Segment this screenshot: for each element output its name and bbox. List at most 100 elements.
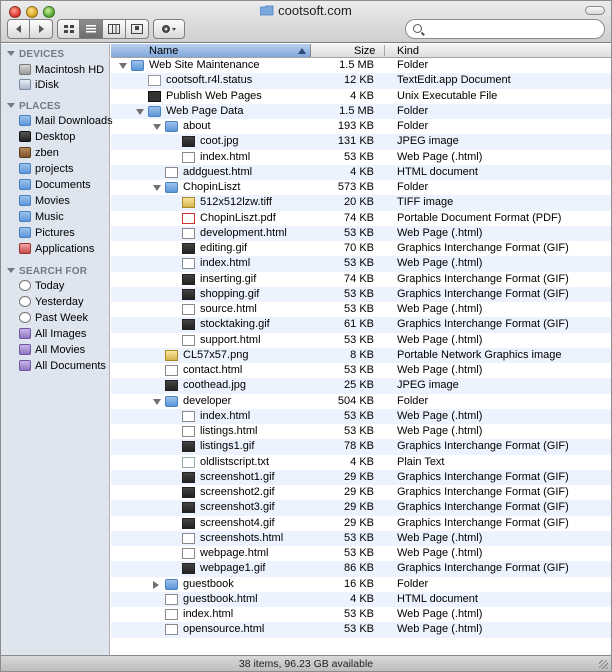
gif-file-icon bbox=[182, 502, 195, 514]
column-view-button[interactable] bbox=[103, 19, 126, 39]
table-row[interactable]: inserting.gif 74 KB Graphics Interchange F… bbox=[111, 272, 611, 287]
table-row[interactable]: webpage.html 53 KB Web Page (.html) bbox=[111, 546, 611, 561]
table-row[interactable]: screenshot4.gif 29 KB Graphics Interchange… bbox=[111, 516, 611, 531]
file-kind: Web Page (.html) bbox=[397, 425, 483, 437]
table-row[interactable]: coothead.jpg 25 KB JPEG image bbox=[111, 378, 611, 394]
sidebar-item-yesterday[interactable]: Yesterday bbox=[19, 295, 84, 310]
file-size: 29 KB bbox=[344, 516, 374, 529]
sidebar-item-movies[interactable]: Movies bbox=[19, 194, 70, 209]
table-row[interactable]: addguest.html 4 KB HTML document bbox=[111, 164, 611, 180]
table-row[interactable]: index.html 53 KB Web Page (.html) bbox=[111, 150, 611, 165]
sidebar-item-documents[interactable]: Documents bbox=[19, 178, 91, 193]
table-row[interactable]: index.html 53 KB Web Page (.html) bbox=[111, 607, 611, 622]
table-row[interactable]: cootsoft.r4l.status 12 KB TextEdit.app Doc… bbox=[111, 73, 611, 89]
sidebar-item-macintosh-hd[interactable]: Macintosh HD bbox=[19, 63, 104, 78]
search-field[interactable] bbox=[405, 19, 605, 39]
table-row[interactable]: support.html 53 KB Web Page (.html) bbox=[111, 333, 611, 348]
file-name: Web Page Data bbox=[166, 104, 244, 117]
table-row[interactable]: contact.html 53 KB Web Page (.html) bbox=[111, 363, 611, 378]
disclosure-closed-icon[interactable] bbox=[153, 580, 159, 589]
table-row[interactable]: opensource.html 53 KB Web Page (.html) bbox=[111, 622, 611, 638]
table-row[interactable]: guestbook 16 KB Folder bbox=[111, 577, 611, 592]
sidebar-item-pictures[interactable]: Pictures bbox=[19, 226, 75, 241]
table-row[interactable]: editing.gif 70 KB Graphics Interchange For… bbox=[111, 241, 611, 256]
gif-file-icon bbox=[182, 471, 195, 483]
file-name: inserting.gif bbox=[200, 272, 257, 285]
sidebar-item-past-week[interactable]: Past Week bbox=[19, 311, 88, 326]
table-row[interactable]: ChopinLiszt 573 KB Folder bbox=[111, 180, 611, 195]
disclosure-open-icon[interactable] bbox=[153, 124, 161, 130]
table-row[interactable]: Web Site Maintenance 1.5 MB Folder bbox=[111, 58, 611, 73]
sidebar-item-today[interactable]: Today bbox=[19, 279, 64, 294]
resize-handle[interactable] bbox=[599, 660, 608, 669]
file-name: screenshot4.gif bbox=[200, 516, 275, 529]
search-icon bbox=[413, 24, 422, 33]
disclosure-open-icon[interactable] bbox=[136, 108, 144, 115]
table-row[interactable]: index.html 53 KB Web Page (.html) bbox=[111, 408, 611, 424]
action-menu-button[interactable] bbox=[153, 19, 185, 39]
column-header-size[interactable]: Size bbox=[354, 45, 375, 57]
sidebar-item-label: Applications bbox=[35, 243, 95, 255]
table-row[interactable]: webpage1.gif 86 KB Graphics Interchange Fo… bbox=[111, 561, 611, 577]
table-row[interactable]: oldlistscript.txt 4 KB Plain Text bbox=[111, 455, 611, 470]
sidebar-item-zben[interactable]: zben bbox=[19, 146, 59, 161]
table-row[interactable]: developer 504 KB Folder bbox=[111, 394, 611, 409]
disclosure-open-icon[interactable] bbox=[119, 63, 127, 69]
file-size: 53 KB bbox=[344, 257, 374, 270]
file-kind: Folder bbox=[397, 104, 429, 117]
sidebar-item-all-images[interactable]: All Images bbox=[19, 327, 86, 342]
table-row[interactable]: ChopinLiszt.pdf 74 KB Portable Document Fo… bbox=[111, 211, 611, 226]
table-row[interactable]: coot.jpg 131 KB JPEG image bbox=[111, 134, 611, 150]
gif-file-icon bbox=[182, 487, 195, 498]
table-row[interactable]: index.html 53 KB Web Page (.html) bbox=[111, 256, 611, 272]
list-view-button[interactable] bbox=[80, 19, 103, 39]
movies-icon bbox=[19, 195, 31, 206]
forward-button[interactable] bbox=[30, 19, 53, 39]
file-size: 61 KB bbox=[344, 318, 374, 331]
table-row[interactable]: screenshots.html 53 KB Web Page (.html) bbox=[111, 530, 611, 546]
table-row[interactable]: listings1.gif 78 KB Graphics Interchange F… bbox=[111, 439, 611, 455]
column-header-kind[interactable]: Kind bbox=[397, 45, 419, 57]
sidebar-section-search-for[interactable]: SEARCH FOR bbox=[7, 266, 87, 277]
back-button[interactable] bbox=[7, 19, 30, 39]
table-row[interactable]: screenshot1.gif 29 KB Graphics Interchange… bbox=[111, 469, 611, 485]
status-bar: 38 items, 96.23 GB available bbox=[1, 655, 611, 671]
sidebar-item-applications[interactable]: Applications bbox=[19, 242, 94, 257]
table-row[interactable]: screenshot2.gif 29 KB Graphics Interchange… bbox=[111, 485, 611, 500]
column-divider[interactable] bbox=[384, 45, 385, 56]
column-header-name[interactable] bbox=[111, 44, 311, 57]
table-row[interactable]: shopping.gif 53 KB Graphics Interchange Fo… bbox=[111, 286, 611, 302]
sidebar-item-desktop[interactable]: Desktop bbox=[19, 130, 75, 145]
sidebar-item-all-documents[interactable]: All Documents bbox=[19, 359, 106, 374]
table-row[interactable]: about 193 KB Folder bbox=[111, 119, 611, 134]
sidebar-item-label: Pictures bbox=[35, 227, 75, 239]
table-row[interactable]: stocktaking.gif 61 KB Graphics Interchange… bbox=[111, 317, 611, 333]
table-row[interactable]: guestbook.html 4 KB HTML document bbox=[111, 591, 611, 607]
html-file-icon bbox=[165, 166, 178, 178]
disclosure-open-icon[interactable] bbox=[153, 185, 161, 191]
table-row[interactable]: Web Page Data 1.5 MB Folder bbox=[111, 103, 611, 119]
sidebar-section-places[interactable]: PLACES bbox=[7, 101, 61, 112]
gif-file-icon bbox=[182, 288, 195, 300]
nav-buttons bbox=[7, 19, 53, 39]
sidebar-item-mail-downloads[interactable]: Mail Downloads bbox=[19, 114, 113, 129]
table-row[interactable]: source.html 53 KB Web Page (.html) bbox=[111, 302, 611, 317]
icon-view-button[interactable] bbox=[57, 19, 80, 39]
coverflow-view-button[interactable] bbox=[126, 19, 149, 39]
sidebar-item-music[interactable]: Music bbox=[19, 210, 64, 225]
sidebar-item-label: Today bbox=[35, 280, 65, 292]
table-row[interactable]: Publish Web Pages 4 KB Unix Executable Fil… bbox=[111, 89, 611, 104]
table-row[interactable]: development.html 53 KB Web Page (.html) bbox=[111, 225, 611, 241]
sidebar-section-devices[interactable]: DEVICES bbox=[7, 49, 64, 60]
sidebar-item-projects[interactable]: projects bbox=[19, 162, 74, 177]
table-row[interactable]: CL57x57.png 8 KB Portable Network Graphics… bbox=[111, 347, 611, 363]
sidebar-item-idisk[interactable]: iDisk bbox=[19, 78, 59, 93]
table-row[interactable]: screenshot3.gif 29 KB Graphics Interchange… bbox=[111, 500, 611, 516]
file-kind: Plain Text bbox=[397, 455, 445, 468]
file-name: screenshot2.gif bbox=[200, 486, 275, 498]
disclosure-open-icon[interactable] bbox=[153, 398, 161, 405]
table-row[interactable]: 512x512lzw.tiff 20 KB TIFF image bbox=[111, 195, 611, 211]
table-row[interactable]: listings.html 53 KB Web Page (.html) bbox=[111, 424, 611, 439]
pdf-file-icon bbox=[182, 212, 195, 224]
sidebar-item-all-movies[interactable]: All Movies bbox=[19, 343, 85, 358]
